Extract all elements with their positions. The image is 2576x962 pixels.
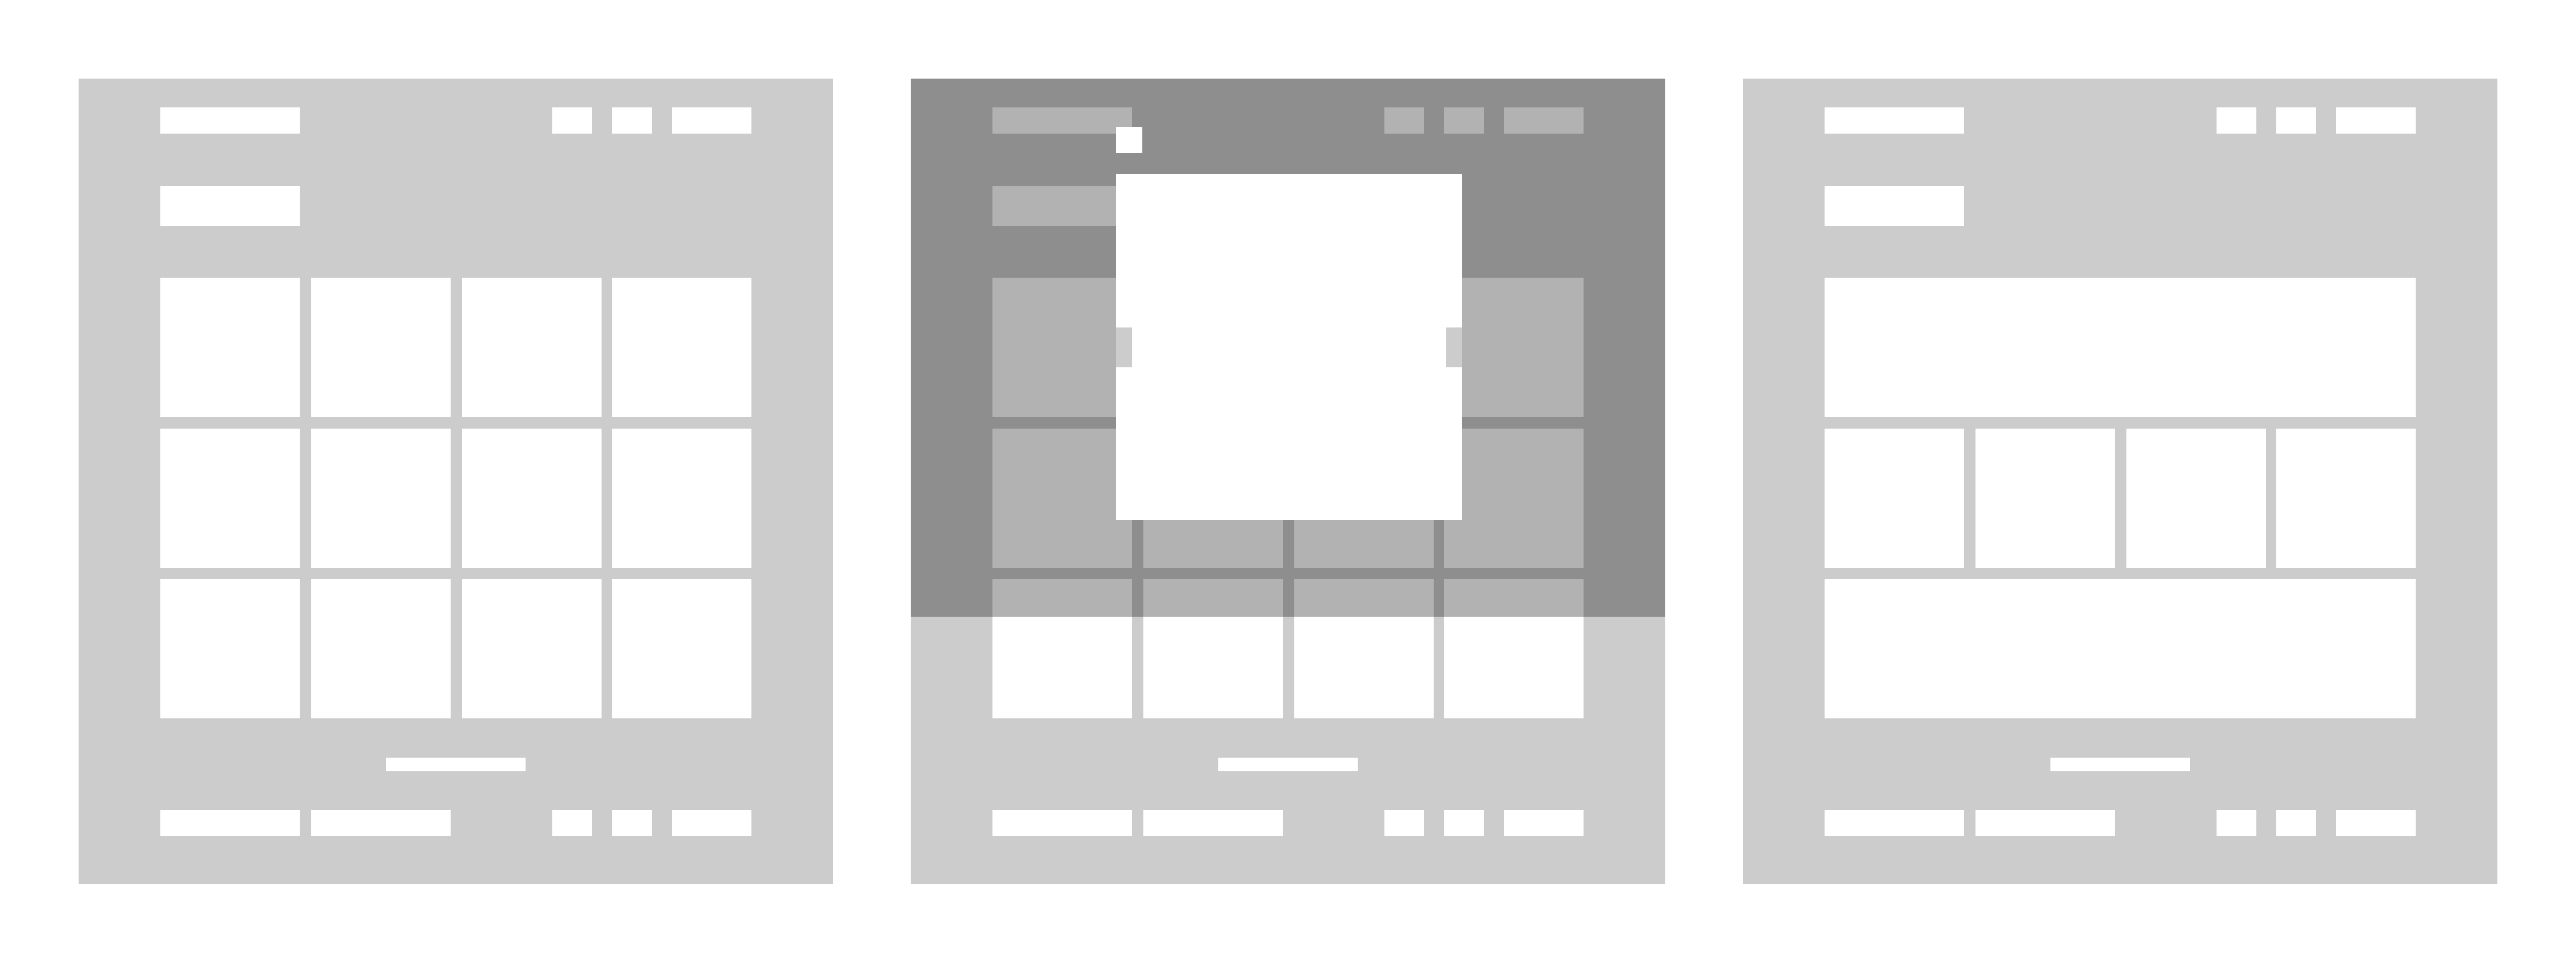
grid-tile[interactable]: [311, 579, 451, 718]
footer-link-placeholder[interactable]: [1975, 810, 2115, 836]
footer-icon-placeholder[interactable]: [612, 810, 652, 836]
wireframe-panel-modal: [911, 79, 1665, 884]
logo-placeholder[interactable]: [1825, 107, 1964, 134]
modal-dialog: [1116, 174, 1462, 520]
modal-next-arrow[interactable]: [1446, 327, 1462, 367]
grid-tile[interactable]: [462, 429, 602, 568]
footer-button-placeholder[interactable]: [672, 810, 751, 836]
modal-prev-arrow[interactable]: [1116, 327, 1132, 367]
footer-icon-placeholder: [1444, 810, 1484, 836]
pagination-placeholder[interactable]: [386, 758, 526, 771]
feature-tile[interactable]: [2276, 429, 2416, 568]
page-heading-placeholder: [1825, 186, 1964, 226]
grid-tile[interactable]: [160, 579, 300, 718]
footer-button-placeholder: [1504, 810, 1584, 836]
grid-tile[interactable]: [311, 429, 451, 568]
nav-button-placeholder[interactable]: [2336, 107, 2416, 134]
nav-link-placeholder[interactable]: [552, 107, 592, 134]
footer-link-placeholder[interactable]: [160, 810, 300, 836]
wireframe-panel-banner: [1743, 79, 2497, 884]
footer-link-placeholder[interactable]: [311, 810, 451, 836]
secondary-banner[interactable]: [1825, 579, 2416, 718]
feature-tile[interactable]: [1975, 429, 2115, 568]
footer-link-placeholder: [1143, 810, 1283, 836]
wireframe-panel-grid: [79, 79, 833, 884]
page-heading-placeholder: [160, 186, 300, 226]
wireframe-diagram: { "colors": { "page_background": "#fffff…: [0, 0, 2576, 962]
grid-tile[interactable]: [462, 278, 602, 417]
pagination-placeholder: [1218, 758, 1358, 771]
footer-link-placeholder[interactable]: [1825, 810, 1964, 836]
modal-close-button[interactable]: [1116, 127, 1142, 153]
hero-banner[interactable]: [1825, 278, 2416, 417]
pagination-placeholder[interactable]: [2050, 758, 2190, 771]
grid-tile[interactable]: [462, 579, 602, 718]
grid-tile[interactable]: [160, 278, 300, 417]
nav-link-placeholder[interactable]: [612, 107, 652, 134]
grid-tile[interactable]: [612, 429, 751, 568]
feature-tile[interactable]: [2126, 429, 2266, 568]
footer-icon-placeholder: [1384, 810, 1424, 836]
grid-tile[interactable]: [612, 579, 751, 718]
nav-link-placeholder[interactable]: [2217, 107, 2256, 134]
footer-icon-placeholder[interactable]: [2276, 810, 2316, 836]
footer-icon-placeholder[interactable]: [2217, 810, 2256, 836]
footer-button-placeholder[interactable]: [2336, 810, 2416, 836]
nav-link-placeholder[interactable]: [2276, 107, 2316, 134]
footer-icon-placeholder[interactable]: [552, 810, 592, 836]
nav-button-placeholder[interactable]: [672, 107, 751, 134]
feature-tile[interactable]: [1825, 429, 1964, 568]
logo-placeholder[interactable]: [160, 107, 300, 134]
footer-link-placeholder: [992, 810, 1132, 836]
grid-tile[interactable]: [612, 278, 751, 417]
grid-tile[interactable]: [311, 278, 451, 417]
grid-tile[interactable]: [160, 429, 300, 568]
